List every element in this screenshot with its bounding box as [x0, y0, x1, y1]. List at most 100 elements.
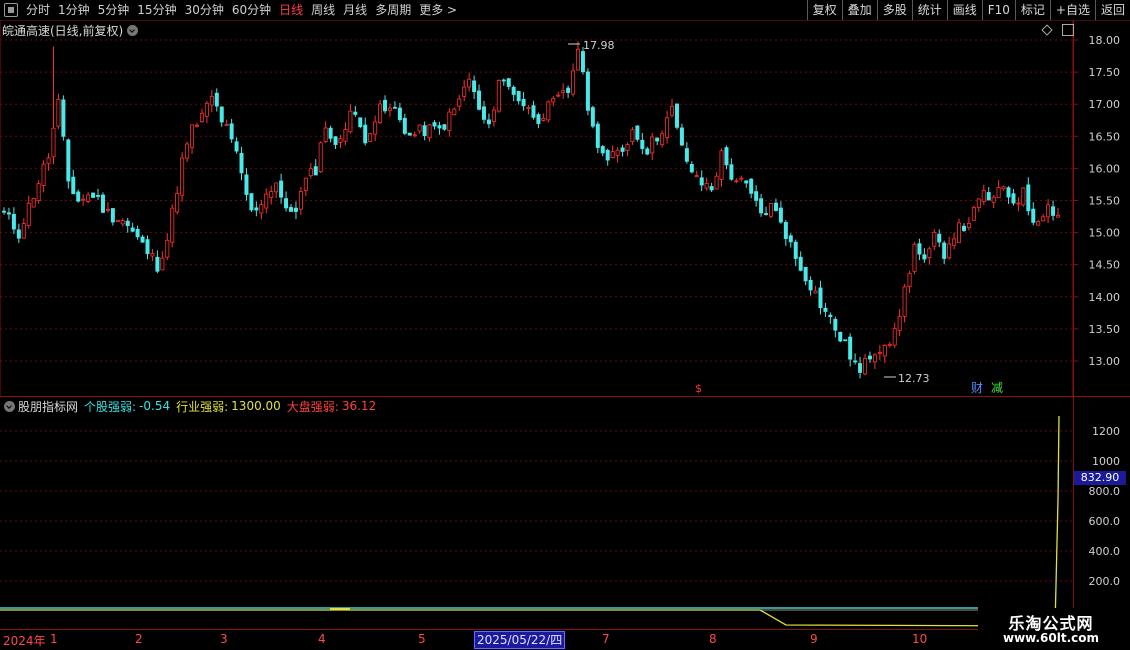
chevron-down-icon[interactable] [127, 24, 139, 36]
indicator-name[interactable]: 股朋指标网 [18, 398, 78, 415]
candle [100, 192, 105, 214]
svg-text:17.98: 17.98 [583, 39, 615, 52]
add-watchlist-button[interactable]: +自选 [1049, 0, 1095, 20]
candle [373, 115, 378, 142]
candle [358, 117, 363, 129]
candle [848, 333, 853, 367]
candle [318, 141, 323, 173]
candle [110, 208, 115, 226]
period-tab[interactable]: 1分钟 [54, 0, 94, 20]
candle [838, 331, 843, 343]
candle [783, 220, 788, 246]
candle [724, 145, 729, 170]
candle [620, 144, 625, 157]
svg-text:12.73: 12.73 [898, 372, 930, 385]
candle [986, 187, 991, 201]
candle [1036, 219, 1041, 226]
candle [595, 121, 600, 154]
period-tab[interactable]: 5分钟 [94, 0, 134, 20]
candle [1041, 214, 1046, 222]
candle [1011, 189, 1016, 206]
candle [501, 78, 506, 86]
chart-canvas: 18.00 17.50 17.00 16.50 16.00 15.50 15.00 14.50… [0, 20, 1130, 630]
candle [922, 248, 927, 263]
finance-marker[interactable]: 财 [971, 381, 983, 395]
candlestick-series [2, 41, 1061, 379]
month-tick: 9 [810, 632, 818, 646]
period-tab[interactable]: 分时 [22, 0, 54, 20]
candle [902, 284, 907, 323]
reduce-marker[interactable]: 减 [991, 381, 1003, 395]
price-tick-label: 16.00 [1089, 162, 1121, 175]
candle [660, 130, 665, 148]
candle [338, 134, 343, 149]
candle [546, 100, 551, 123]
more-periods-button[interactable]: 更多 > [415, 0, 461, 20]
candle [625, 142, 630, 156]
adjust-button[interactable]: 复权 [806, 0, 842, 20]
candle [348, 104, 353, 134]
candle [907, 270, 912, 293]
statistics-button[interactable]: 统计 [911, 0, 947, 20]
industry-strength-value: 1300.00 [231, 399, 281, 413]
candle [427, 123, 432, 142]
price-tick-label: 13.50 [1089, 323, 1121, 336]
month-tick: 10 [912, 632, 928, 646]
candle [41, 160, 46, 193]
candle [472, 75, 477, 100]
candle [739, 175, 744, 182]
candle [976, 198, 981, 212]
candle [1001, 185, 1006, 191]
candle [86, 191, 91, 204]
candle [51, 46, 56, 165]
candle [239, 146, 244, 181]
candle [298, 186, 303, 215]
window-icon[interactable] [1062, 24, 1074, 36]
period-tab[interactable]: 多周期 [371, 0, 415, 20]
candle [383, 95, 388, 114]
indicator-tick-label: 800.0 [1089, 485, 1121, 498]
candle [670, 98, 675, 118]
candle [313, 159, 318, 176]
overlay-button[interactable]: 叠加 [841, 0, 877, 20]
candle [576, 41, 581, 71]
candle [788, 233, 793, 248]
period-tab[interactable]: 30分钟 [181, 0, 228, 20]
candle [437, 121, 442, 135]
candle [843, 339, 848, 342]
draw-line-button[interactable]: 画线 [946, 0, 982, 20]
candle [289, 204, 294, 212]
f10-button[interactable]: F10 [981, 0, 1015, 20]
candle [996, 180, 1001, 199]
period-tab[interactable]: 15分钟 [133, 0, 180, 20]
candle [165, 233, 170, 260]
period-tab-daily[interactable]: 日线 [275, 0, 307, 20]
candle [378, 99, 383, 125]
candle [407, 132, 412, 136]
mark-button[interactable]: 标记 [1014, 0, 1050, 20]
low-marker: 12.73 [884, 372, 930, 385]
candle [254, 201, 259, 217]
price-tick-label: 15.00 [1089, 227, 1121, 240]
dividend-marker[interactable]: $ [695, 382, 702, 395]
chevron-down-icon[interactable] [4, 400, 15, 412]
period-tab[interactable]: 60分钟 [228, 0, 275, 20]
candle [744, 180, 749, 188]
candle [506, 77, 511, 90]
candle [417, 124, 422, 134]
current-value-badge: 832.90 [1074, 471, 1126, 485]
candle [199, 108, 204, 123]
candle [244, 168, 249, 201]
candle [749, 178, 754, 199]
period-tab[interactable]: 周线 [307, 0, 339, 20]
back-button[interactable]: 返回 [1094, 0, 1130, 20]
indicator-header: 股朋指标网 个股强弱: -0.54 行业强弱: 1300.00 大盘强弱: 36… [2, 398, 376, 414]
candle [526, 104, 531, 115]
candle [957, 218, 962, 244]
period-tab[interactable]: 月线 [339, 0, 371, 20]
candle [778, 201, 783, 224]
price-tick-label: 17.50 [1089, 66, 1121, 79]
multi-stock-button[interactable]: 多股 [876, 0, 912, 20]
window-menu-icon[interactable] [4, 3, 18, 17]
stock-strength-label: 个股强弱: [84, 399, 137, 414]
